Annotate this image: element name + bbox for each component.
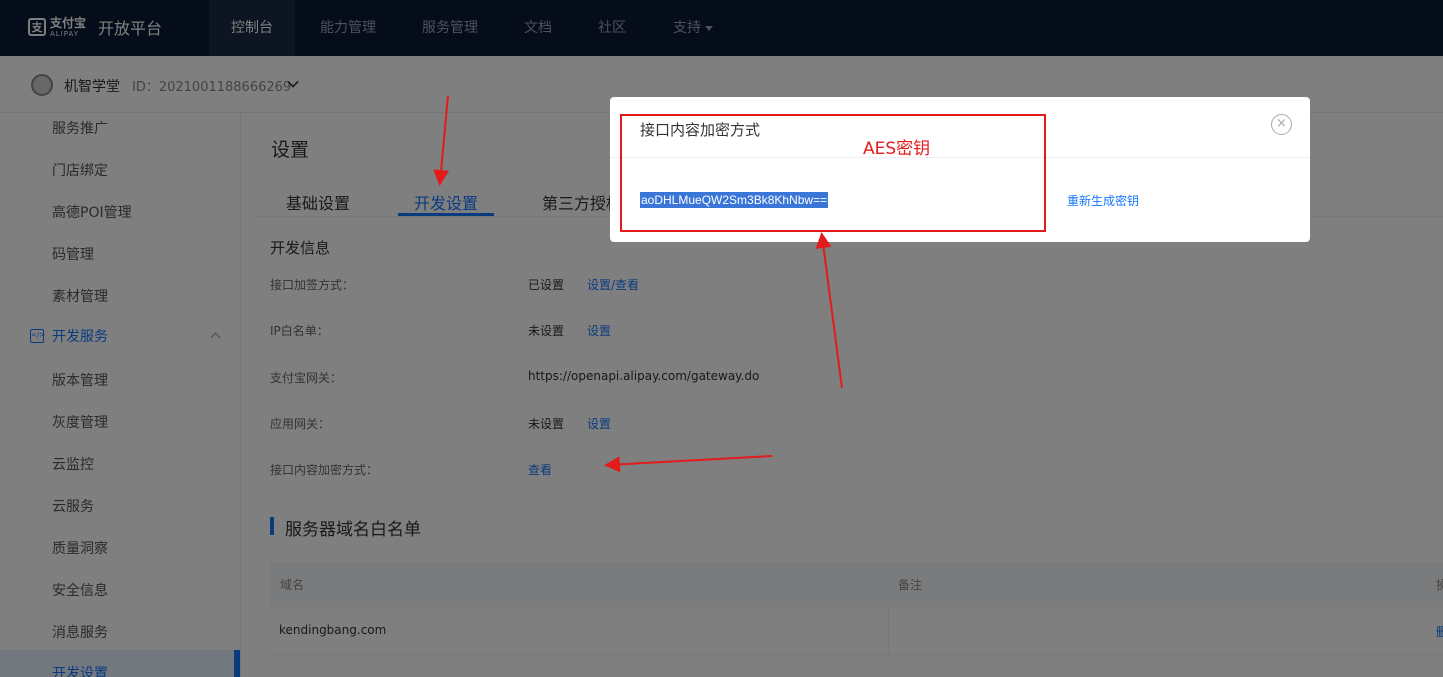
annotation-label: AES密钥 <box>863 139 931 159</box>
annotation-box <box>620 114 1046 232</box>
close-icon[interactable]: × <box>1271 114 1292 135</box>
regenerate-key-link[interactable]: 重新生成密钥 <box>1067 192 1139 209</box>
